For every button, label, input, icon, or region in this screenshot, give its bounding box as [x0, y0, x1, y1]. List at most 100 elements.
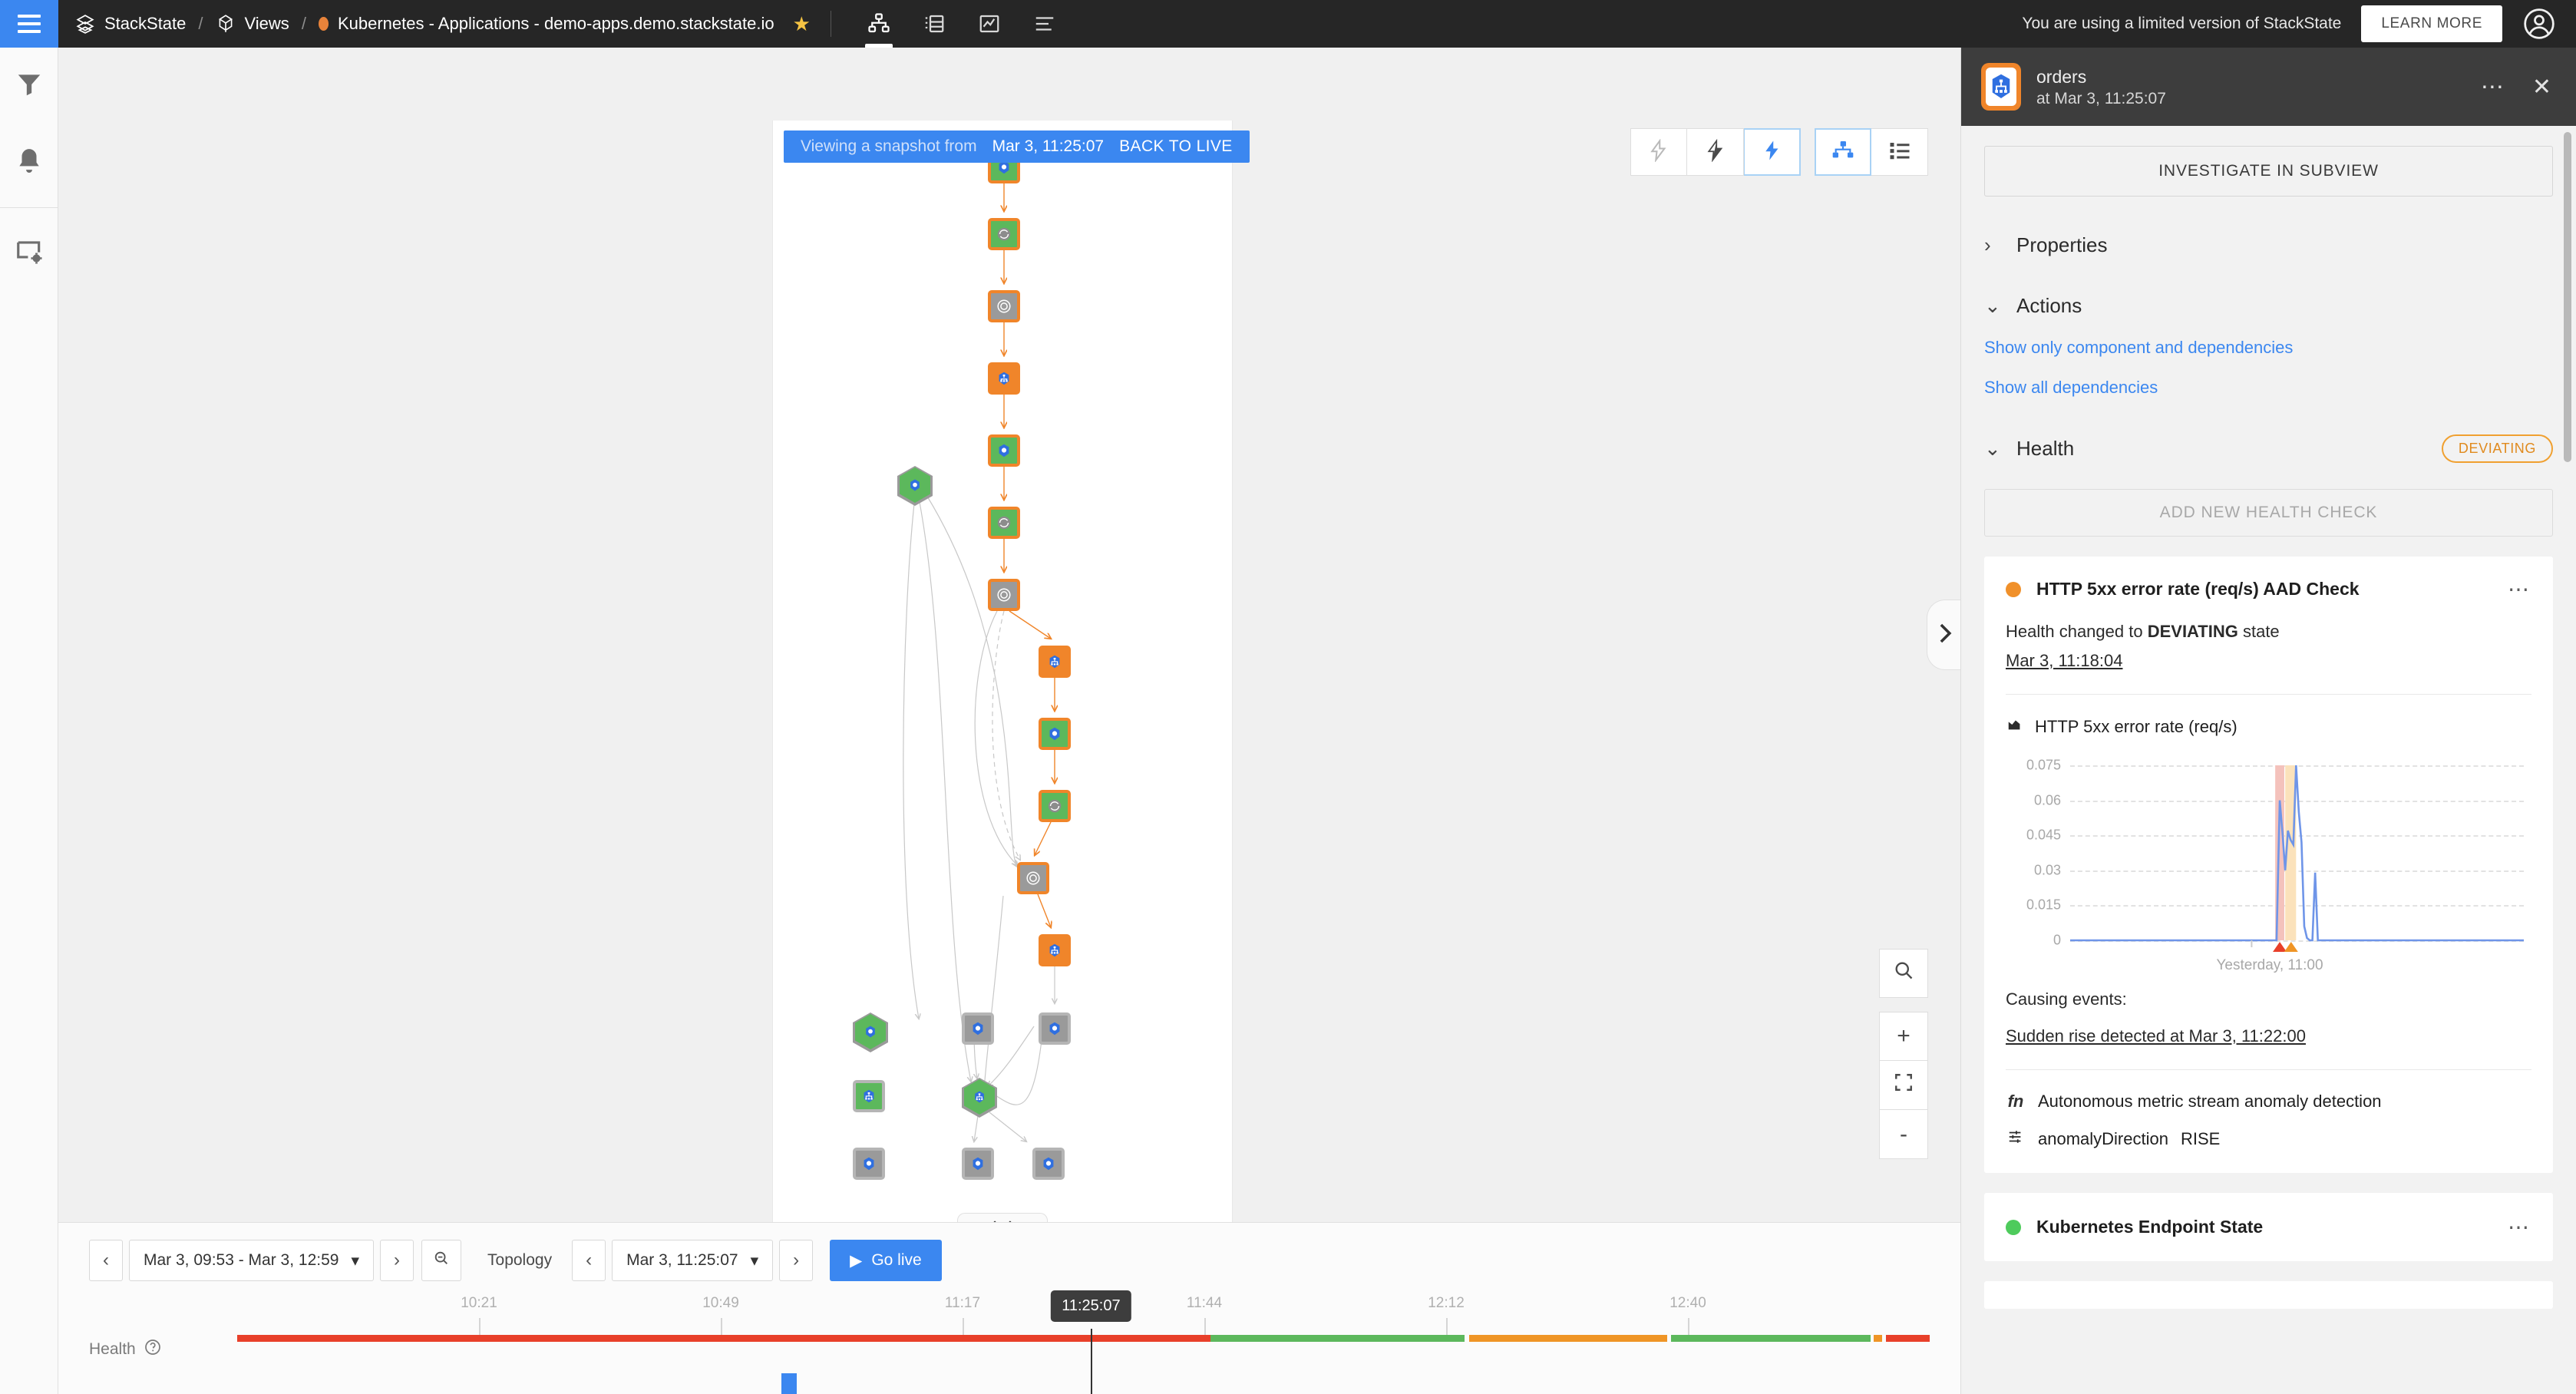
topology-node[interactable]: [988, 290, 1020, 322]
chevron-down-icon: ▾: [351, 1251, 359, 1270]
learn-more-button[interactable]: LEARN MORE: [2361, 5, 2502, 42]
health-section-header[interactable]: ⌄ Health DEVIATING: [1984, 434, 2553, 463]
node-service-icon: [962, 1012, 994, 1045]
user-avatar-icon[interactable]: [2522, 7, 2556, 41]
graph-search-button[interactable]: [1879, 949, 1928, 998]
breadcrumb-label: StackState: [104, 14, 186, 34]
previous-range-button[interactable]: ‹: [89, 1240, 123, 1281]
chart-event-marker[interactable]: [2273, 942, 2287, 952]
ellipsis-icon[interactable]: ⋯: [2481, 74, 2506, 101]
topology-node[interactable]: [1039, 790, 1071, 822]
notifications-rail-button[interactable]: [0, 124, 58, 201]
sliders-icon: [2006, 1128, 2026, 1150]
views-icon: [216, 14, 236, 34]
topology-node[interactable]: [1039, 1012, 1071, 1045]
snapshot-timestamp: Mar 3, 11:25:07: [992, 137, 1105, 156]
breadcrumb-separator: /: [302, 14, 306, 34]
node-deployment-icon: [988, 507, 1020, 539]
view-toolbar: [1630, 128, 1928, 176]
add-new-health-check-button[interactable]: ADD NEW HEALTH CHECK: [1984, 489, 2553, 537]
expand-detail-panel-button[interactable]: [1927, 600, 1960, 670]
breadcrumb-item-stackstate[interactable]: StackState: [75, 14, 186, 34]
graph-nodes-icon: [1831, 138, 1855, 167]
topology-node[interactable]: [853, 1012, 888, 1051]
health-section-title: Health: [2016, 437, 2074, 461]
show-all-dependencies-link[interactable]: Show all dependencies: [1984, 378, 2553, 398]
properties-section-header[interactable]: › Properties: [1984, 233, 2553, 257]
star-icon[interactable]: ★: [793, 12, 811, 36]
time-range-select[interactable]: Mar 3, 09:53 - Mar 3, 12:59 ▾: [129, 1240, 374, 1281]
events-view-tab[interactable]: [1017, 0, 1072, 48]
timeline-cursor-line[interactable]: [1091, 1329, 1092, 1394]
breadcrumb-item-current-view[interactable]: Kubernetes - Applications - demo-apps.de…: [319, 12, 811, 36]
investigate-in-subview-button[interactable]: INVESTIGATE IN SUBVIEW: [1984, 146, 2553, 197]
dependencies-partial-button[interactable]: [1687, 128, 1744, 176]
events-track[interactable]: [237, 1364, 1930, 1394]
filter-rail-button[interactable]: [0, 48, 58, 124]
settings-rail-button[interactable]: [0, 214, 58, 291]
chevron-right-icon: ›: [793, 1250, 799, 1271]
node-service-icon: [853, 1148, 885, 1180]
card-divider: [2006, 1069, 2531, 1070]
metric-chart[interactable]: 00.0150.030.0450.060.075Yesterday, 11:00: [2006, 753, 2531, 983]
health-change-timestamp[interactable]: Mar 3, 11:18:04: [2006, 651, 2531, 671]
topology-node-selected[interactable]: [1039, 934, 1071, 966]
back-to-live-button[interactable]: BACK TO LIVE: [1119, 137, 1233, 156]
question-mark-icon[interactable]: [144, 1338, 162, 1361]
topology-node[interactable]: [962, 1148, 994, 1180]
next-range-button[interactable]: ›: [380, 1240, 414, 1281]
health-check-card-partial[interactable]: [1984, 1281, 2553, 1309]
topology-node[interactable]: [1039, 646, 1071, 678]
chart-event-marker[interactable]: [2284, 942, 2298, 952]
topology-node[interactable]: [1032, 1148, 1065, 1180]
collapse-graph-button[interactable]: [957, 1213, 1048, 1222]
next-time-button[interactable]: ›: [779, 1240, 813, 1281]
topology-view-tab[interactable]: [851, 0, 907, 48]
topology-node[interactable]: [853, 1080, 885, 1112]
topology-node[interactable]: [853, 1148, 885, 1180]
dependencies-full-button[interactable]: [1744, 128, 1801, 176]
fit-to-screen-button[interactable]: [1879, 1061, 1928, 1110]
topology-node[interactable]: [988, 579, 1020, 611]
go-live-button[interactable]: ▶ Go live: [830, 1240, 942, 1281]
topology-node[interactable]: [1039, 718, 1071, 750]
topology-graph-panel[interactable]: [772, 121, 1233, 1222]
topology-node[interactable]: [1017, 862, 1049, 894]
zoom-out-button[interactable]: -: [1879, 1110, 1928, 1159]
topology-node[interactable]: [988, 434, 1020, 467]
close-icon[interactable]: ✕: [2532, 74, 2551, 101]
metrics-view-tab[interactable]: [962, 0, 1017, 48]
topology-node[interactable]: [988, 218, 1020, 250]
actions-section-header[interactable]: ⌄ Actions: [1984, 294, 2553, 318]
previous-time-button[interactable]: ‹: [572, 1240, 606, 1281]
node-service-icon: [1032, 1148, 1065, 1180]
topology-layout-button[interactable]: [1815, 128, 1871, 176]
detail-panel-header: orders at Mar 3, 11:25:07 ⋯ ✕: [1961, 48, 2576, 126]
table-view-tab[interactable]: [907, 0, 962, 48]
detail-scrollbar[interactable]: [2564, 132, 2571, 462]
list-layout-button[interactable]: [1871, 128, 1928, 176]
snapshot-time-select[interactable]: Mar 3, 11:25:07 ▾: [612, 1240, 773, 1281]
ellipsis-icon[interactable]: ⋯: [2508, 576, 2531, 602]
topology-node[interactable]: [988, 507, 1020, 539]
show-only-component-and-dependencies-link[interactable]: Show only component and dependencies: [1984, 338, 2553, 358]
breadcrumb-item-views[interactable]: Views: [216, 14, 289, 34]
topology-node[interactable]: [962, 1078, 997, 1116]
topology-node[interactable]: [988, 362, 1020, 395]
dependencies-off-button[interactable]: [1630, 128, 1687, 176]
timeline-zoom-out-button[interactable]: [421, 1240, 461, 1281]
health-track[interactable]: [237, 1335, 1930, 1342]
topology-node[interactable]: [897, 466, 933, 504]
causing-event-link[interactable]: Sudden rise detected at Mar 3, 11:22:00: [2006, 1026, 2531, 1046]
zoom-in-button[interactable]: +: [1879, 1012, 1928, 1061]
timeline-tick-label: 10:21: [461, 1295, 497, 1312]
health-check-card[interactable]: HTTP 5xx error rate (req/s) AAD Check ⋯ …: [1984, 557, 2553, 1173]
ellipsis-icon[interactable]: ⋯: [2508, 1214, 2531, 1240]
health-check-card[interactable]: Kubernetes Endpoint State ⋯: [1984, 1193, 2553, 1261]
fn-icon: fn: [2006, 1092, 2026, 1112]
topology-canvas[interactable]: Viewing a snapshot from Mar 3, 11:25:07 …: [58, 48, 1960, 1222]
node-service-icon: [1039, 1012, 1071, 1045]
topology-node[interactable]: [962, 1012, 994, 1045]
parameter-value: RISE: [2181, 1129, 2220, 1149]
hamburger-menu-icon[interactable]: [0, 0, 58, 48]
